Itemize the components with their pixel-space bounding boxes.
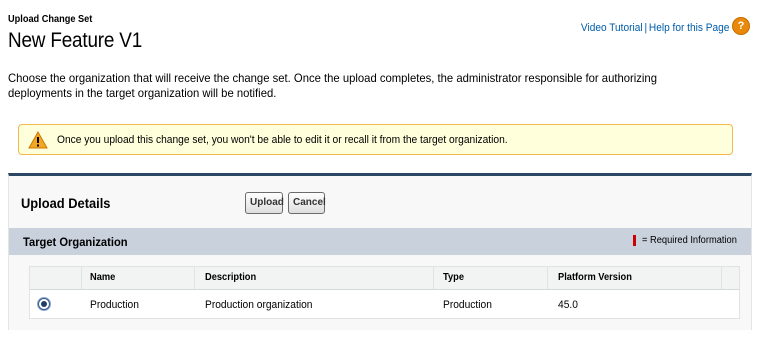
- table-header-row: Name Description Type Platform Version: [30, 267, 739, 290]
- link-separator: |: [644, 22, 647, 34]
- upload-details-section: Upload Details Upload Cancel Target Orga…: [8, 173, 752, 330]
- column-header-name[interactable]: Name: [90, 272, 115, 283]
- target-organization-header: Target Organization = Required Informati…: [9, 228, 751, 255]
- column-divider: [721, 267, 722, 289]
- video-tutorial-link[interactable]: Video Tutorial: [581, 22, 643, 34]
- column-divider: [547, 267, 548, 289]
- cell-description: Production organization: [205, 299, 313, 311]
- cell-name: Production: [90, 299, 139, 311]
- org-radio-production[interactable]: [38, 298, 50, 310]
- warning-text: Once you upload this change set, you won…: [57, 134, 508, 146]
- page-title: New Feature V1: [8, 29, 143, 52]
- warning-message: Once you upload this change set, you won…: [18, 124, 733, 155]
- cell-type: Production: [443, 299, 492, 311]
- help-links: Video Tutorial | Help for this Page: [581, 22, 729, 34]
- section-title: Upload Details: [21, 195, 111, 211]
- help-icon[interactable]: ?: [732, 17, 750, 35]
- column-divider: [433, 267, 434, 289]
- cancel-button[interactable]: Cancel: [288, 192, 326, 214]
- intro-text: Choose the organization that will receiv…: [8, 71, 657, 100]
- target-organization-title: Target Organization: [23, 235, 128, 249]
- column-header-type[interactable]: Type: [443, 272, 464, 283]
- upload-button[interactable]: Upload: [245, 192, 284, 214]
- cell-platform-version: 45.0: [558, 299, 578, 311]
- column-header-description[interactable]: Description: [205, 272, 256, 283]
- column-divider: [81, 267, 82, 289]
- page-type-label: Upload Change Set: [8, 14, 93, 25]
- warning-triangle-icon: [28, 131, 48, 149]
- radio-selected-dot: [41, 301, 47, 307]
- help-for-this-page-link[interactable]: Help for this Page: [649, 22, 729, 34]
- required-marker-icon: [633, 235, 636, 246]
- required-information-label: = Required Information: [642, 235, 737, 246]
- column-divider: [194, 267, 195, 289]
- column-header-platform-version[interactable]: Platform Version: [558, 272, 632, 283]
- target-organization-table: Name Description Type Platform Version P…: [29, 266, 740, 319]
